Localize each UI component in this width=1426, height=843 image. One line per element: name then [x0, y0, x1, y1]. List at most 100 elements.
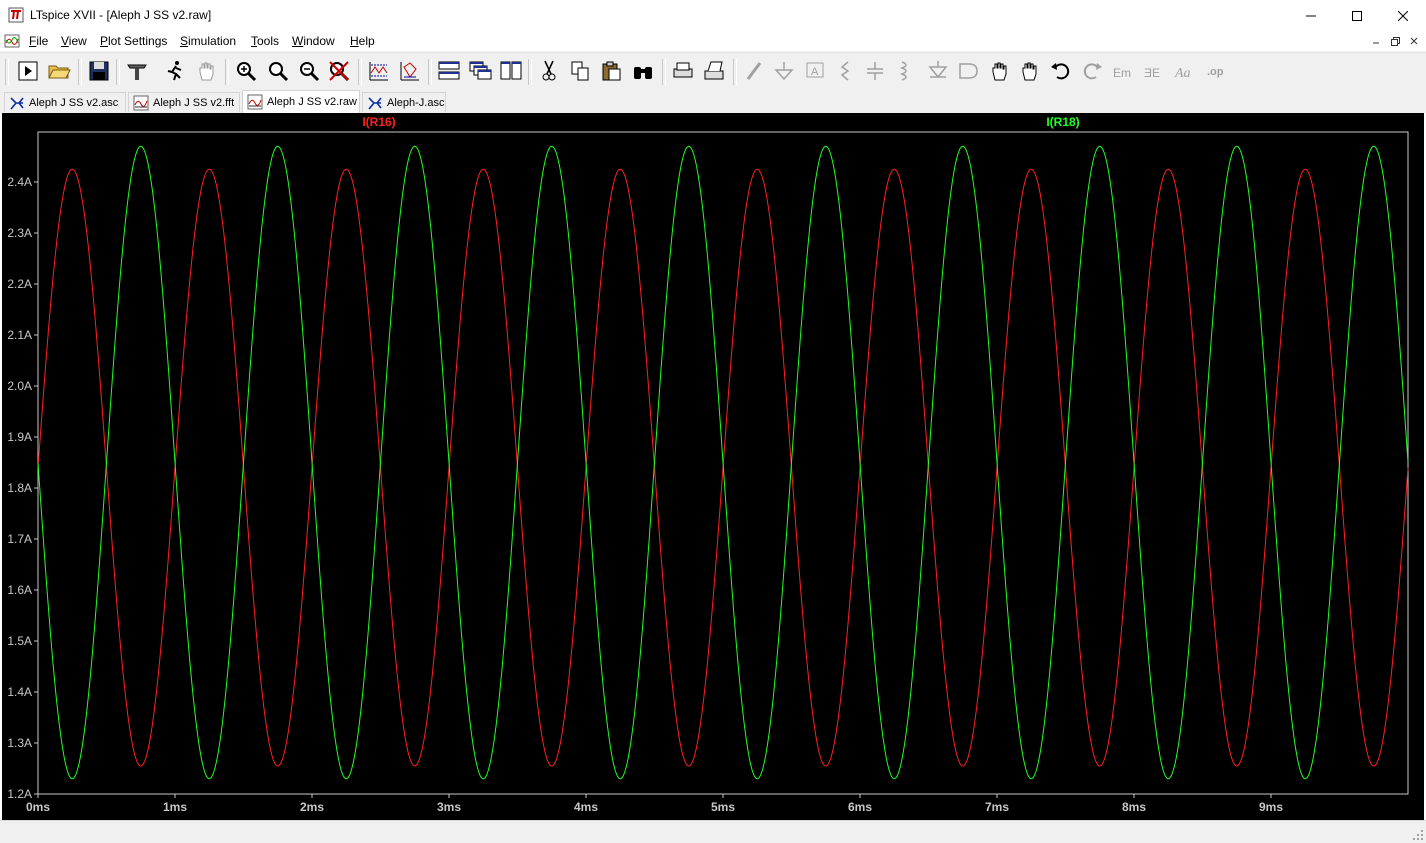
diode-button[interactable]: [925, 58, 951, 84]
move-button[interactable]: [987, 58, 1013, 84]
manual-limits-button[interactable]: [397, 58, 423, 84]
print-setup-button[interactable]: [701, 58, 727, 84]
rotate-button[interactable]: Em: [1110, 58, 1136, 84]
toolbar-separator: [116, 59, 120, 85]
paste-button[interactable]: [598, 58, 624, 84]
autorange-button[interactable]: [366, 58, 392, 84]
diode-icon: [928, 61, 948, 79]
tab-aleph-j-ss-v2-fft[interactable]: Aleph J SS v2.fft: [128, 92, 240, 112]
maximize-button[interactable]: [1334, 0, 1380, 31]
y-tick-label: 1.8A: [7, 481, 32, 495]
close-button[interactable]: [1380, 0, 1426, 31]
toolbar-separator: [225, 59, 229, 85]
wire-button[interactable]: [741, 58, 767, 84]
x-tick-label: 1ms: [163, 800, 187, 814]
control-panel-button[interactable]: [124, 58, 150, 84]
drag-icon: [1022, 62, 1037, 81]
menu-simulation[interactable]: Simulation: [180, 34, 236, 48]
control-panel-icon: [127, 64, 147, 80]
tab-aleph-j-ss-v2-asc[interactable]: Aleph J SS v2.asc: [4, 92, 126, 112]
window-title: LTspice XVII - [Aleph J SS v2.raw]: [30, 8, 212, 22]
resize-grip-icon[interactable]: [1412, 829, 1424, 841]
svg-text:ƎE: ƎE: [1144, 66, 1160, 80]
tile-vertical-button[interactable]: [498, 58, 524, 84]
svg-text:A: A: [811, 66, 819, 78]
rotate-icon: Em: [1113, 66, 1131, 80]
document-waveform-icon[interactable]: [4, 33, 20, 49]
x-tick-label: 7ms: [985, 800, 1009, 814]
text-button[interactable]: Aa: [1172, 58, 1198, 84]
resistor-button[interactable]: [832, 58, 858, 84]
y-tick-label: 2.0A: [7, 379, 32, 393]
mdi-minimize-button[interactable]: [1368, 34, 1384, 48]
run-simulation-button[interactable]: [161, 58, 187, 84]
drag-button[interactable]: [1017, 58, 1043, 84]
zoom-out-button[interactable]: [296, 58, 322, 84]
pan-hand-button[interactable]: [194, 58, 220, 84]
menu-tools[interactable]: Tools: [251, 34, 279, 48]
spice-directive-button[interactable]: .op: [1204, 58, 1230, 84]
component-icon: [959, 63, 978, 79]
y-tick-label: 2.4A: [7, 175, 32, 189]
print-icon: [673, 62, 693, 78]
ltspice-logo-icon: [8, 7, 24, 23]
zoom-in-button[interactable]: [233, 58, 259, 84]
menu-file[interactable]: File: [29, 34, 48, 48]
redo-button[interactable]: [1079, 58, 1105, 84]
waveform-chart[interactable]: 1.2A 1.3A 1.4A 1.5A 1.6A 1.7A 1.8A 1.9A 2.0A 2.1A…: [2, 113, 1424, 820]
y-tick-label: 1.3A: [7, 736, 32, 750]
cut-button[interactable]: [536, 58, 562, 84]
menu-help[interactable]: Help: [350, 34, 375, 48]
menu-window[interactable]: Window: [292, 34, 335, 48]
x-tick-label: 0ms: [26, 800, 50, 814]
x-tick-label: 6ms: [848, 800, 872, 814]
print-button[interactable]: [670, 58, 696, 84]
find-icon: [634, 67, 652, 79]
ground-button[interactable]: [771, 58, 797, 84]
mdi-close-button[interactable]: [1406, 34, 1422, 48]
tab-aleph-j-ss-v2-raw[interactable]: Aleph J SS v2.raw: [242, 90, 360, 113]
toolbar-grip[interactable]: [5, 59, 9, 85]
status-bar: [0, 820, 1426, 843]
tab-label: Aleph J SS v2.raw: [267, 96, 357, 108]
y-tick-label: 2.2A: [7, 277, 32, 291]
minimize-button[interactable]: [1288, 0, 1334, 31]
trace-label[interactable]: I(R18): [1046, 115, 1079, 129]
run-icon: [18, 61, 38, 81]
menu-plot-settings[interactable]: Plot Settings: [100, 34, 167, 48]
capacitor-button[interactable]: [862, 58, 888, 84]
label-net-button[interactable]: A: [802, 58, 828, 84]
tile-horizontal-button[interactable]: [436, 58, 462, 84]
ground-icon: [774, 62, 794, 81]
cancel-zoom-button[interactable]: [326, 58, 352, 84]
svg-text:Em: Em: [1113, 66, 1131, 80]
trace-ir18[interactable]: [37, 145, 1409, 780]
mdi-close-icon: [1410, 37, 1418, 45]
open-button[interactable]: [46, 58, 72, 84]
waveform-plot[interactable]: 1.2A 1.3A 1.4A 1.5A 1.6A 1.7A 1.8A 1.9A 2.0A 2.1A…: [2, 113, 1424, 820]
manual-limits-icon: [400, 62, 419, 81]
menu-view[interactable]: View: [61, 34, 87, 48]
open-icon: [48, 65, 71, 79]
tab-label: Aleph J SS v2.asc: [29, 96, 119, 109]
save-button[interactable]: [86, 58, 112, 84]
y-tick-label: 2.1A: [7, 328, 32, 342]
tab-aleph-j-asc[interactable]: Aleph-J.asc: [362, 92, 446, 112]
document-tab-bar: Aleph J SS v2.asc Aleph J SS v2.fft Aleph …: [0, 90, 1426, 113]
mdi-restore-button[interactable]: [1387, 34, 1403, 48]
x-tick-label: 4ms: [574, 800, 598, 814]
find-button[interactable]: [630, 58, 656, 84]
y-tick-label: 2.3A: [7, 226, 32, 240]
mirror-button[interactable]: ƎE: [1141, 58, 1167, 84]
cancel-zoom-icon: [329, 61, 350, 82]
close-icon: [1398, 10, 1408, 21]
cascade-button[interactable]: [467, 58, 493, 84]
run-button[interactable]: [15, 58, 41, 84]
inductor-button[interactable]: [892, 58, 918, 84]
undo-button[interactable]: [1048, 58, 1074, 84]
zoom-fit-button[interactable]: [265, 58, 291, 84]
toolbar: A Em ƎE Aa .op: [0, 52, 1426, 91]
trace-label[interactable]: I(R16): [362, 115, 395, 129]
component-button[interactable]: [956, 58, 982, 84]
copy-button[interactable]: [567, 58, 593, 84]
